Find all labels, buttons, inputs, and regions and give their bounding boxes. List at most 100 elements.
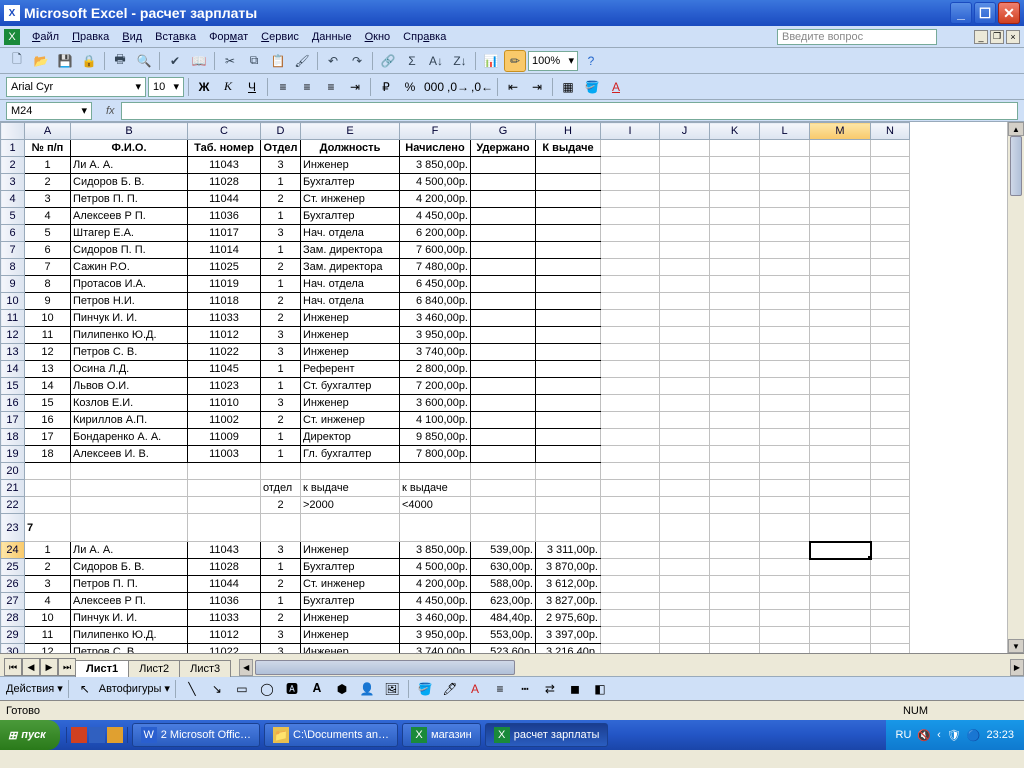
cell[interactable] bbox=[710, 644, 760, 654]
cell[interactable] bbox=[601, 174, 660, 191]
cell[interactable] bbox=[710, 463, 760, 480]
formula-bar[interactable] bbox=[121, 102, 1018, 120]
tab-scroll-last[interactable]: ⏭ bbox=[58, 658, 76, 676]
cell[interactable] bbox=[536, 446, 601, 463]
cell[interactable]: 10 bbox=[25, 310, 71, 327]
save-button[interactable]: 💾 bbox=[54, 50, 76, 72]
row-header[interactable]: 10 bbox=[1, 293, 25, 310]
cell[interactable] bbox=[710, 559, 760, 576]
cell[interactable] bbox=[188, 480, 261, 497]
cell[interactable]: 3 bbox=[261, 327, 301, 344]
cell[interactable]: Инженер bbox=[301, 327, 400, 344]
cell[interactable] bbox=[871, 361, 910, 378]
row-header[interactable]: 17 bbox=[1, 412, 25, 429]
cell[interactable] bbox=[660, 644, 710, 654]
cell[interactable]: Ли А. А. bbox=[71, 542, 188, 559]
cell[interactable] bbox=[301, 463, 400, 480]
cell[interactable]: 1 bbox=[261, 429, 301, 446]
cell[interactable] bbox=[601, 276, 660, 293]
cell[interactable] bbox=[871, 576, 910, 593]
cell[interactable]: >2000 bbox=[301, 497, 400, 514]
cell[interactable]: Штагер Е.А. bbox=[71, 225, 188, 242]
cell[interactable] bbox=[871, 559, 910, 576]
col-header-A[interactable]: A bbox=[25, 123, 71, 140]
line-style-button[interactable]: ≡ bbox=[489, 678, 511, 700]
cell[interactable]: 11014 bbox=[188, 242, 261, 259]
cell[interactable]: 7 480,00р. bbox=[400, 259, 471, 276]
cell[interactable] bbox=[301, 514, 400, 542]
cell[interactable]: 14 bbox=[25, 378, 71, 395]
cell[interactable] bbox=[760, 344, 810, 361]
menu-data[interactable]: Данные bbox=[307, 29, 357, 45]
row-header[interactable]: 21 bbox=[1, 480, 25, 497]
row-header[interactable]: 28 bbox=[1, 610, 25, 627]
cell[interactable]: Отдел bbox=[261, 140, 301, 157]
cell[interactable]: Ф.И.О. bbox=[71, 140, 188, 157]
cell[interactable] bbox=[400, 463, 471, 480]
cell[interactable]: к выдаче bbox=[301, 480, 400, 497]
increase-decimal-button[interactable]: ,0→ bbox=[447, 76, 469, 98]
cell[interactable]: 1 bbox=[261, 446, 301, 463]
cell[interactable]: Алексеев Р П. bbox=[71, 593, 188, 610]
chart-wizard-button[interactable]: 📊 bbox=[480, 50, 502, 72]
cell[interactable]: Инженер bbox=[301, 157, 400, 174]
cell[interactable]: Бухгалтер bbox=[301, 174, 400, 191]
cell[interactable] bbox=[810, 293, 871, 310]
cell[interactable] bbox=[871, 174, 910, 191]
print-preview-button[interactable]: 🔍 bbox=[133, 50, 155, 72]
cell[interactable]: Пилипенко Ю.Д. bbox=[71, 327, 188, 344]
worksheet-grid[interactable]: ABCDEFGHIJKLMN 1№ п/пФ.И.О.Таб. номерОтд… bbox=[0, 122, 1024, 653]
cell[interactable] bbox=[871, 344, 910, 361]
cell[interactable]: Ст. бухгалтер bbox=[301, 378, 400, 395]
taskbar-excel-1[interactable]: Xмагазин bbox=[402, 723, 481, 747]
tray-chevron-icon[interactable]: ‹ bbox=[937, 729, 941, 741]
col-header-J[interactable]: J bbox=[660, 123, 710, 140]
cell[interactable]: Ли А. А. bbox=[71, 157, 188, 174]
cell[interactable] bbox=[601, 140, 660, 157]
taskbar-excel-2[interactable]: Xрасчет зарплаты bbox=[485, 723, 609, 747]
lang-indicator[interactable]: RU bbox=[896, 729, 912, 741]
start-button[interactable]: ⊞ пуск bbox=[0, 720, 60, 750]
cell[interactable]: Инженер bbox=[301, 644, 400, 654]
cell[interactable] bbox=[810, 259, 871, 276]
cell[interactable] bbox=[710, 446, 760, 463]
cell[interactable]: отдел bbox=[261, 480, 301, 497]
cell[interactable]: Инженер bbox=[301, 610, 400, 627]
cell[interactable]: Протасов И.А. bbox=[71, 276, 188, 293]
cell[interactable]: 5 bbox=[25, 225, 71, 242]
menu-insert[interactable]: Вставка bbox=[150, 29, 201, 45]
cell[interactable] bbox=[710, 610, 760, 627]
cell[interactable] bbox=[810, 429, 871, 446]
cell[interactable]: 11043 bbox=[188, 542, 261, 559]
cell[interactable] bbox=[810, 610, 871, 627]
textbox-button[interactable]: 🅰 bbox=[281, 678, 303, 700]
cell[interactable] bbox=[710, 259, 760, 276]
row-header[interactable]: 14 bbox=[1, 361, 25, 378]
cell[interactable] bbox=[871, 446, 910, 463]
cell[interactable] bbox=[810, 276, 871, 293]
cell[interactable]: 484,40р. bbox=[471, 610, 536, 627]
clipart-button[interactable]: 👤 bbox=[356, 678, 378, 700]
cell[interactable] bbox=[871, 542, 910, 559]
research-button[interactable]: 📖 bbox=[188, 50, 210, 72]
cell[interactable] bbox=[471, 208, 536, 225]
cell[interactable] bbox=[660, 497, 710, 514]
cell[interactable] bbox=[536, 514, 601, 542]
cell[interactable] bbox=[471, 412, 536, 429]
row-header[interactable]: 20 bbox=[1, 463, 25, 480]
cell[interactable] bbox=[601, 225, 660, 242]
cell[interactable]: Сидоров Б. В. bbox=[71, 174, 188, 191]
tab-scroll-first[interactable]: ⏮ bbox=[4, 658, 22, 676]
col-header-H[interactable]: H bbox=[536, 123, 601, 140]
cell[interactable]: Ст. инженер bbox=[301, 576, 400, 593]
currency-button[interactable]: ₽ bbox=[375, 76, 397, 98]
cell[interactable]: 9 850,00р. bbox=[400, 429, 471, 446]
wordart-button[interactable]: 𝐀 bbox=[306, 678, 328, 700]
cell[interactable] bbox=[660, 242, 710, 259]
vertical-scrollbar[interactable]: ▲ ▼ bbox=[1007, 122, 1024, 653]
col-header-K[interactable]: K bbox=[710, 123, 760, 140]
cell[interactable]: Петров Н.И. bbox=[71, 293, 188, 310]
cell[interactable] bbox=[760, 446, 810, 463]
cell[interactable]: 11018 bbox=[188, 293, 261, 310]
col-header-C[interactable]: C bbox=[188, 123, 261, 140]
